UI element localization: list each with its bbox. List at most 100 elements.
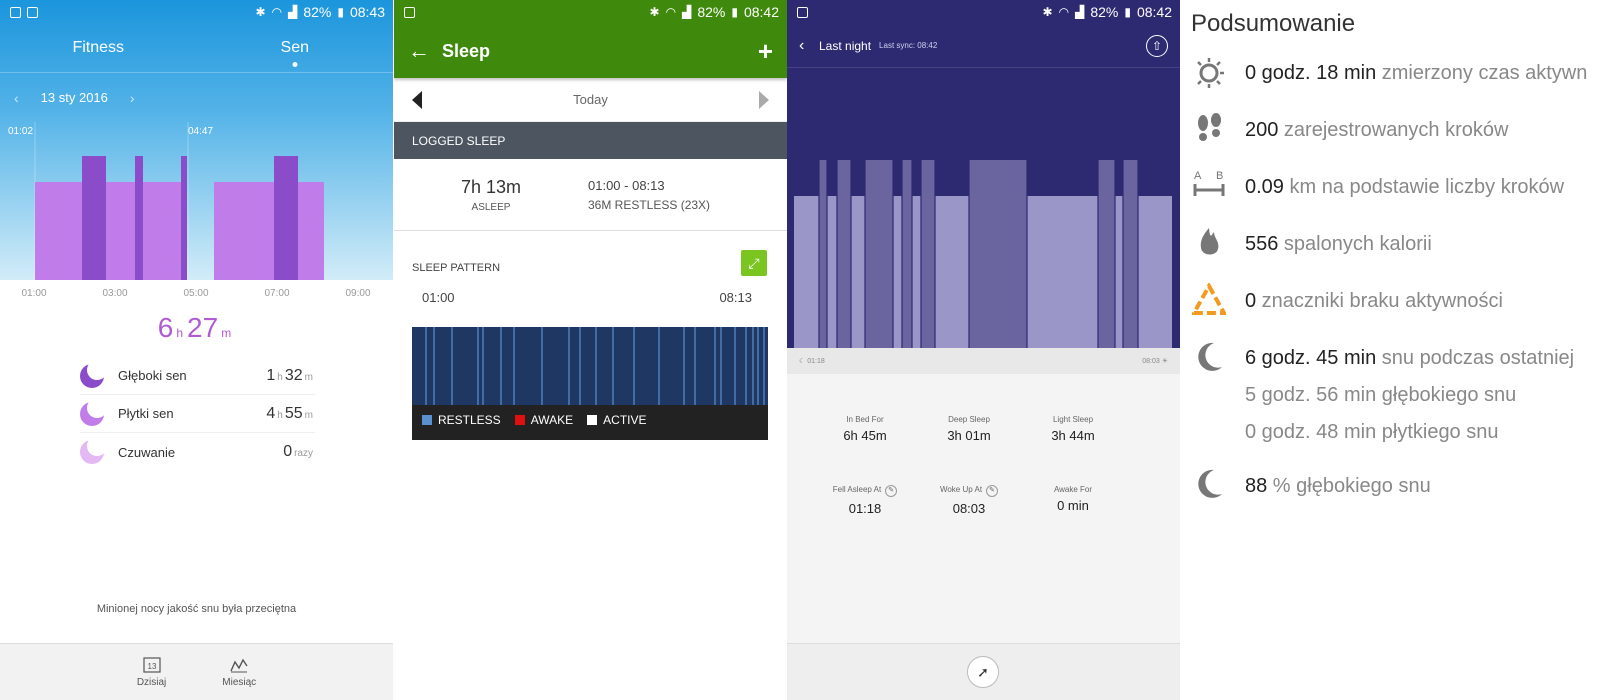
sleep-visual: ✱ ◠ ▟ 82% ▮ 08:42 ‹ Last night Last sync: 08:… (787, 0, 1180, 348)
expand-icon[interactable]: ⤢ (741, 250, 767, 276)
stat-awake-for: Awake For 0 min (1053, 485, 1093, 513)
gallery-icon (797, 6, 808, 18)
asleep-duration: 7h 13m (460, 176, 522, 197)
axis-tick: 05:00 (183, 288, 209, 299)
battery-icon: ▮ (731, 5, 738, 19)
wifi-icon: ◠ (271, 5, 283, 19)
stat-light-sleep: Light Sleep 3h 44m (1051, 415, 1095, 443)
summary-inactivity: 0 znaczniki braku aktywności (1245, 290, 1503, 312)
sleep-stage-chart (794, 160, 1172, 348)
status-bar: ✱ ◠ ▟ 82% ▮ 08:42 (394, 0, 787, 24)
deep-sleep-bar (274, 156, 298, 280)
running-icon: ➚ (977, 664, 989, 680)
prev-day-icon[interactable]: ‹ (14, 90, 19, 106)
section-header: LOGGED SLEEP (394, 122, 787, 159)
last-sync: Last sync: 08:42 (879, 41, 938, 50)
pattern-title: SLEEP PATTERN (412, 262, 501, 274)
summary-steps: 200 zarejestrowanych kroków (1245, 119, 1509, 141)
next-day-icon[interactable] (758, 90, 769, 109)
prev-day-icon[interactable] (412, 90, 422, 109)
footprints-icon (1198, 113, 1221, 141)
next-day-icon[interactable]: › (130, 90, 135, 106)
back-arrow-icon[interactable]: ← (408, 38, 442, 64)
time-axis: 01:00 03:00 05:00 07:00 09:00 (0, 288, 393, 302)
bluetooth-icon: ✱ (649, 5, 660, 19)
svg-text:B: B (1216, 170, 1223, 182)
distance-ab-icon: A B (1193, 170, 1225, 196)
sleep-pattern-chart: RESTLESS AWAKE ACTIVE (412, 327, 768, 440)
summary-panel: Podsumowanie 0 godz. 18 min zmierzony cz… (1180, 0, 1600, 700)
pattern-end: 08:13 (719, 290, 752, 305)
day-label: Today (573, 92, 608, 107)
edit-icon[interactable]: ✎ (885, 485, 898, 497)
legend-swatch (587, 415, 598, 425)
back-chevron-icon[interactable]: ‹ (799, 37, 819, 55)
clock: 08:42 (1136, 4, 1172, 20)
status-bar: ✱ ◠ ▟ 82% ▮ 08:42 (787, 0, 1180, 24)
wifi-icon: ◠ (665, 5, 677, 19)
mi-fit-panel: ✱ ◠ ▟ 82% ▮ 08:43 Fitness Sen ‹ 13 sty 2016 ›… (0, 0, 393, 700)
sleep-range: 01:00 - 08:13 (588, 177, 665, 193)
logged-sleep-entry[interactable]: 7h 13m ASLEEP 01:00 - 08:13 36M RESTLESS… (394, 159, 787, 231)
app-bar: ← Sleep + (394, 24, 787, 78)
summary-deep-sleep-percent: 88 % głębokiego snu (1245, 475, 1431, 497)
battery-icon: ▮ (1124, 5, 1131, 19)
sleep-quality-text: Minionej nocy jakość snu była przeciętna (96, 603, 297, 615)
sleep-chart (34, 122, 324, 282)
clock: 08:42 (743, 4, 779, 20)
sleep-pattern-bars (412, 327, 768, 405)
tab-fitness[interactable]: Fitness (0, 39, 197, 57)
summary-calories: 556 spalonych kalorii (1245, 233, 1432, 255)
deep-sleep-bar (181, 156, 187, 280)
summary-active-time: 0 godz. 18 min zmierzony czas aktywn (1245, 62, 1588, 84)
summary-sleep: 6 godz. 45 min snu podczas ostatniej (1245, 347, 1575, 369)
tab-month[interactable]: Miesiąc (222, 657, 256, 688)
chart-line-icon (230, 658, 248, 672)
light-sleep-bar (214, 182, 324, 280)
axis-tick: 01:00 (21, 288, 47, 299)
battery-level: 82% (1090, 4, 1119, 20)
total-sleep: 6 h 27 m (157, 312, 232, 343)
sleep-header: ✱ ◠ ▟ 82% ▮ 08:43 Fitness Sen ‹ 13 sty 2016 ›… (0, 0, 394, 282)
signal-icon: ▟ (682, 5, 692, 19)
battery-level: 82% (697, 4, 726, 20)
add-icon[interactable]: + (758, 36, 773, 67)
pattern-start: 01:00 (422, 290, 455, 305)
legend-swatch (514, 415, 525, 425)
notification-icon (27, 6, 38, 18)
bottom-nav: 13 Dzisiaj Miesiąc (0, 643, 393, 700)
status-bar: ✱ ◠ ▟ 82% ▮ 08:43 (0, 0, 393, 24)
tab-today[interactable]: 13 Dzisiaj (137, 656, 166, 688)
svg-text:A: A (1194, 170, 1202, 182)
svg-text:13: 13 (147, 662, 156, 671)
clock: 08:43 (349, 4, 385, 20)
day-navigator: Today (394, 78, 787, 122)
gallery-icon (404, 6, 415, 18)
summary-title: Podsumowanie (1191, 10, 1356, 37)
fitbit-panel: ✱ ◠ ▟ 82% ▮ 08:42 ← Sleep + Today LOGGED SLEE… (394, 0, 787, 700)
asleep-label: ASLEEP (471, 201, 511, 213)
date-label: 13 sty 2016 (40, 90, 108, 105)
bluetooth-icon: ✱ (255, 5, 266, 19)
restless-summary: 36M RESTLESS (23X) (588, 197, 711, 212)
share-icon[interactable]: ⇧ (1146, 34, 1168, 57)
axis-tick: 07:00 (264, 288, 290, 299)
bluetooth-icon: ✱ (1042, 5, 1053, 19)
signal-icon: ▟ (1075, 5, 1085, 19)
strip-end: 08:03 (1142, 358, 1160, 365)
axis-tick: 03:00 (102, 288, 128, 299)
axis-tick: 09:00 (345, 288, 371, 299)
header-title: Last night (819, 38, 872, 53)
sun-icon: ☀ (1161, 358, 1168, 365)
light-sleep-bar (35, 182, 187, 280)
light-sleep-row: Płytki sen 4 h 55 m (80, 395, 315, 433)
moon-icon (1198, 342, 1222, 371)
moon-icon (80, 397, 107, 426)
activity-button[interactable]: ➚ (967, 656, 999, 688)
summary-deep-sleep: 5 godz. 56 min głębokiego snu (1245, 384, 1517, 406)
tab-sleep[interactable]: Sen (197, 39, 394, 57)
edit-icon[interactable]: ✎ (986, 485, 999, 497)
activity-sun-icon (1197, 58, 1224, 88)
strip-start: 01:18 (807, 358, 825, 365)
gallery-icon (10, 6, 21, 18)
